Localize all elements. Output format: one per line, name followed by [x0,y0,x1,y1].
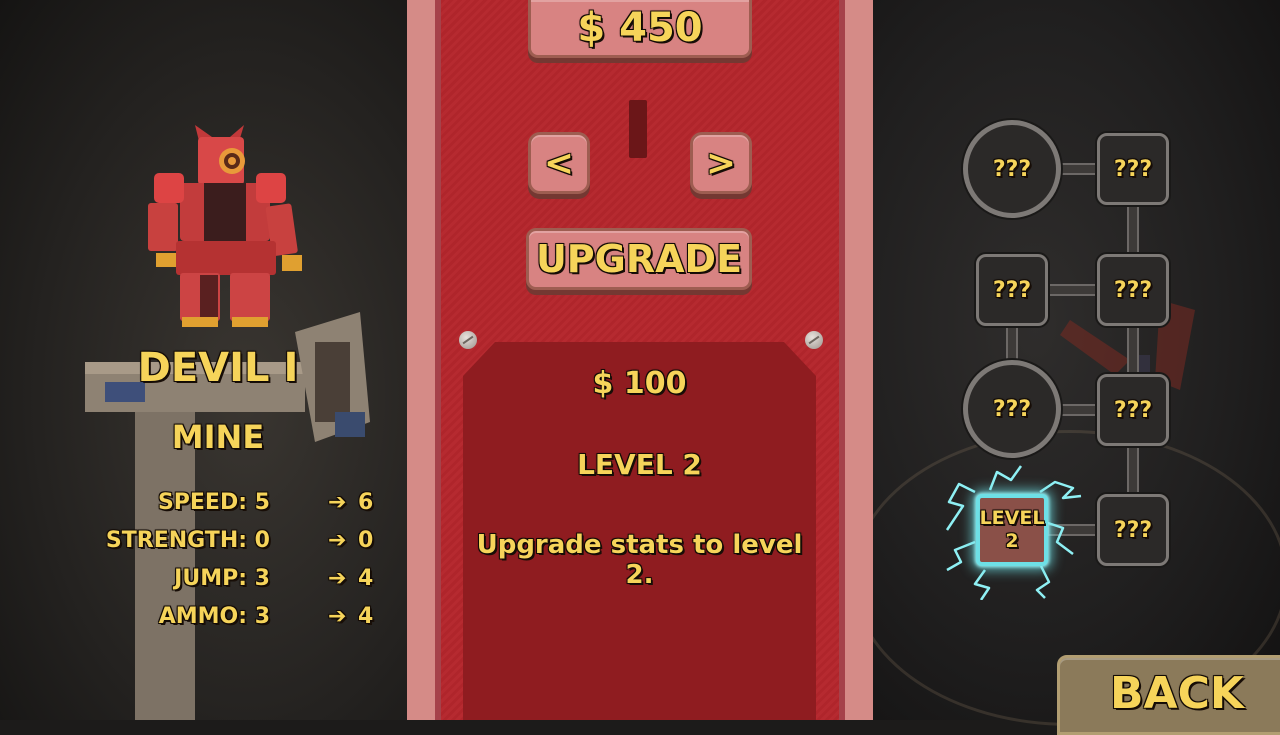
stat-label: JUMP: 3 [174,566,270,591]
stat-label: AMMO: 3 [158,604,270,629]
tree-node-locked[interactable]: ??? [1097,494,1169,566]
tree-connector [1059,404,1101,416]
tree-node-locked[interactable]: ??? [976,254,1048,326]
previous-button[interactable]: < [528,132,590,194]
upgrade-description: Upgrade stats to level 2. [476,530,803,590]
tree-node-locked[interactable]: ??? [1097,133,1169,205]
tree-connector [1127,325,1139,377]
upgrade-price: $ 100 [592,366,687,401]
tree-connector [1059,163,1101,175]
stat-next-value: 4 [358,566,374,591]
tree-node-locked[interactable]: ??? [963,120,1061,218]
panel-rail-left [407,0,441,720]
tree-node-locked[interactable]: ??? [1097,374,1169,446]
tree-connector [1127,205,1139,257]
stat-row-ammo: AMMO: 3 ➔ 4 [100,604,390,638]
robot-type: MINE [171,418,265,456]
arrow-right-icon: ➔ [328,490,347,515]
next-button[interactable]: > [690,132,752,194]
tree-node-locked[interactable]: ??? [963,360,1061,458]
arrow-right-icon: ➔ [328,566,347,591]
robot-name: DEVIL I [137,345,299,391]
arrow-right-icon: ➔ [328,604,347,629]
currency-balance: $ 450 [528,0,752,58]
stat-row-strength: STRENGTH: 0 ➔ 0 [100,528,390,562]
stat-row-jump: JUMP: 3 ➔ 4 [100,566,390,600]
screw-icon [805,331,823,349]
tree-connector [1006,325,1018,365]
stat-row-speed: SPEED: 5 ➔ 6 [100,490,390,524]
stat-next-value: 0 [358,528,374,553]
level-indicator [629,100,647,158]
stat-label: STRENGTH: 0 [105,528,270,553]
tree-node-locked[interactable]: ??? [1097,254,1169,326]
screw-icon [459,331,477,349]
node-label-line: 2 [1005,530,1019,552]
stat-next-value: 6 [358,490,374,515]
tree-connector [1047,284,1101,296]
upgrade-button[interactable]: UPGRADE [526,228,752,290]
stat-label: SPEED: 5 [157,490,270,515]
node-label-line: LEVEL [979,507,1045,529]
arrow-right-icon: ➔ [328,528,347,553]
panel-rail-right [839,0,873,720]
stat-next-value: 4 [358,604,374,629]
robot-model-image [148,125,302,327]
tree-node-level-2-active[interactable]: LEVEL 2 [976,494,1048,566]
back-button[interactable]: BACK [1057,655,1280,735]
tree-connector [1127,445,1139,497]
upgrade-level: LEVEL 2 [577,448,702,481]
